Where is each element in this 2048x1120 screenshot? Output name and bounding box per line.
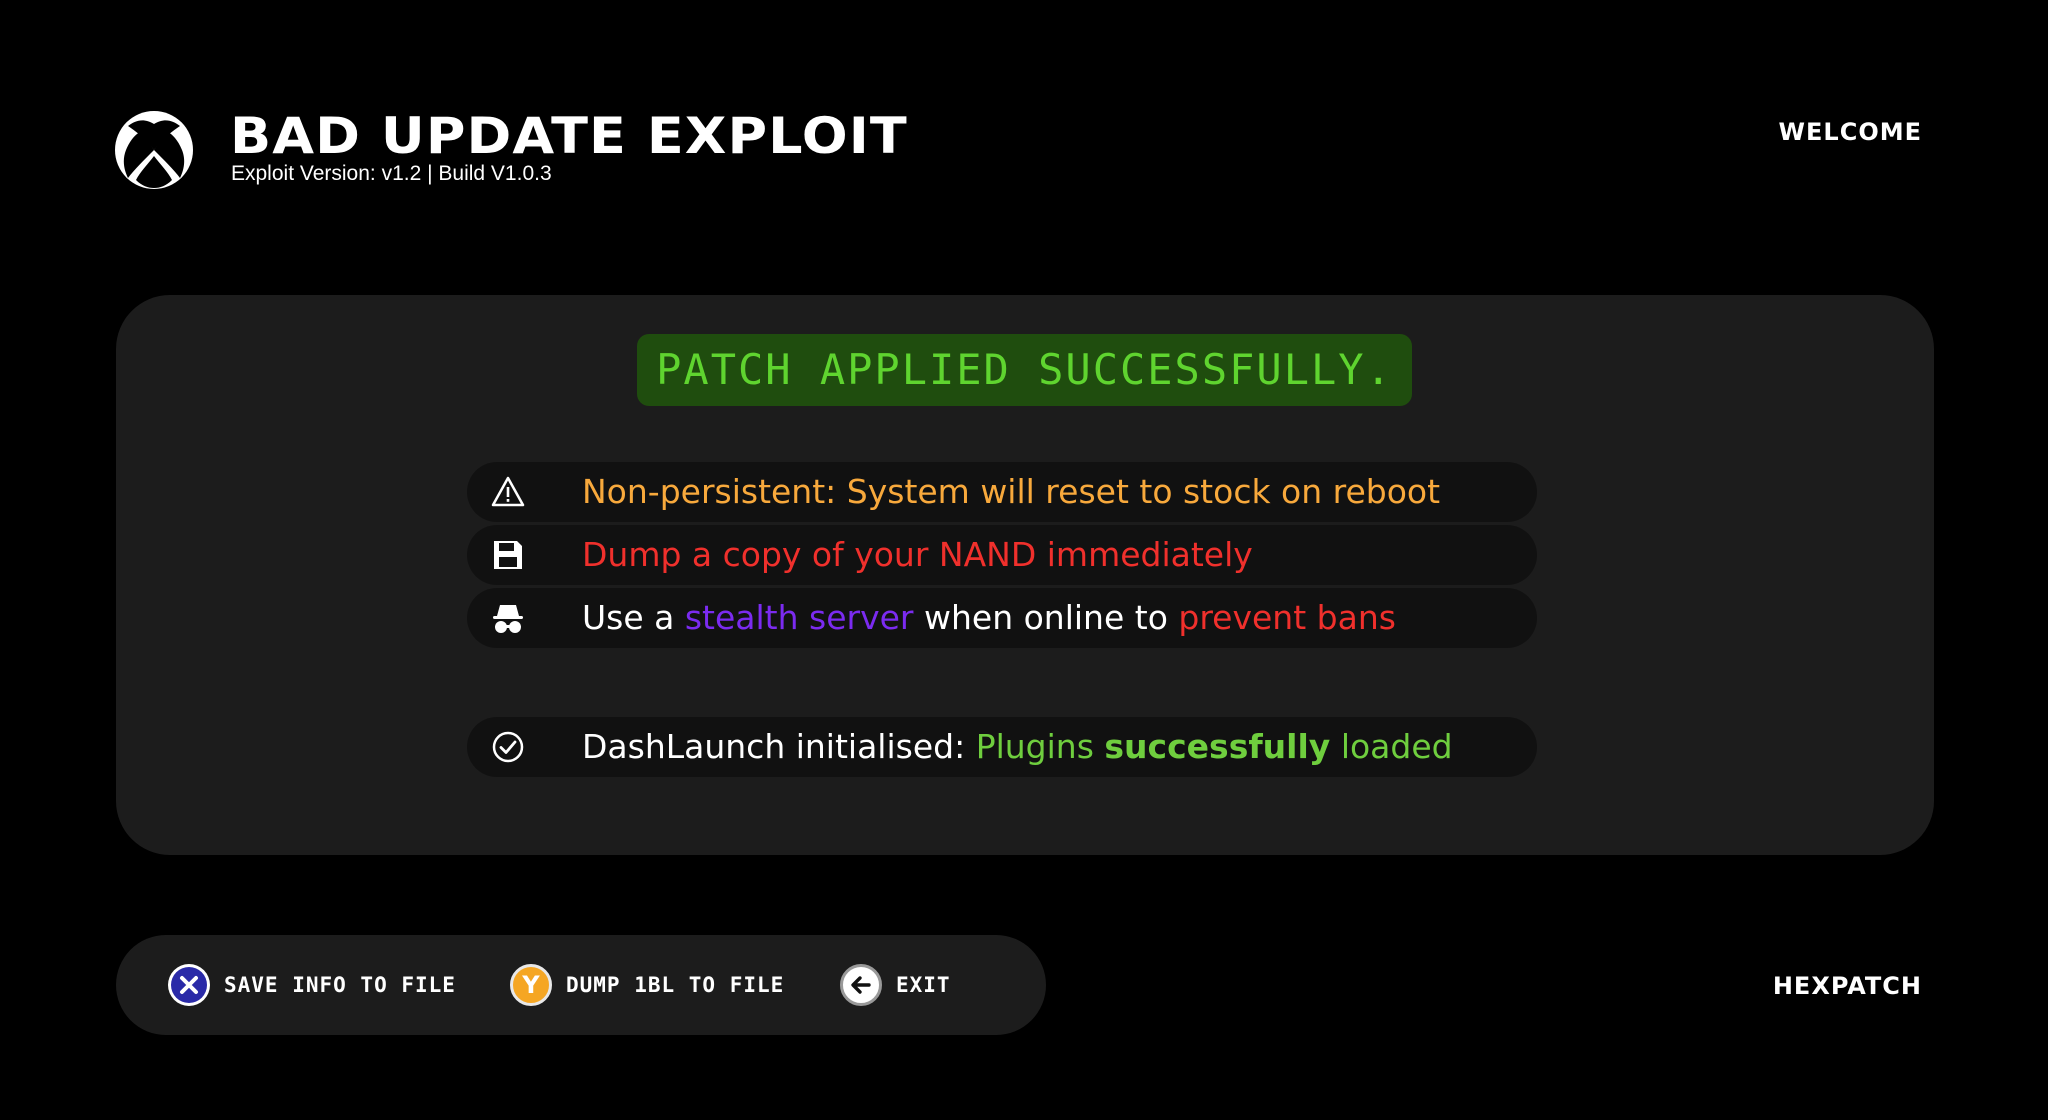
notice-segment: when online to xyxy=(913,598,1179,637)
notice-text: Dump a copy of your NAND immediately xyxy=(582,525,1253,585)
notice-segment-highlight: prevent bans xyxy=(1178,598,1396,637)
exit-label: EXIT xyxy=(896,973,951,997)
notice-segment: Non-persistent: System will reset to sto… xyxy=(582,472,1441,511)
notice-text: Non-persistent: System will reset to sto… xyxy=(582,462,1440,522)
warning-icon xyxy=(491,476,525,507)
app-title: BAD UPDATE EXPLOIT xyxy=(230,107,908,165)
notice-segment: DashLaunch initialised: xyxy=(582,727,976,766)
notice-segment-highlight: successfully xyxy=(1104,727,1331,766)
exit-button[interactable]: EXIT xyxy=(840,935,951,1035)
notice-row-non-persistent: Non-persistent: System will reset to sto… xyxy=(467,462,1537,522)
dump-1bl-button[interactable]: Y DUMP 1BL TO FILE xyxy=(510,935,784,1035)
notice-segment: Use a xyxy=(582,598,685,637)
dump-1bl-label: DUMP 1BL TO FILE xyxy=(566,973,785,997)
check-circle-icon xyxy=(492,731,524,763)
notice-segment: loaded xyxy=(1330,727,1453,766)
floppy-disk-icon xyxy=(494,541,522,569)
save-info-label: SAVE INFO TO FILE xyxy=(224,973,456,997)
patch-status-banner: PATCH APPLIED SUCCESSFULLY. xyxy=(637,334,1412,406)
notice-row-dashlaunch: DashLaunch initialised: Plugins successf… xyxy=(467,717,1537,777)
xbox-logo-icon xyxy=(115,111,193,189)
back-arrow-icon xyxy=(840,964,882,1006)
brand-label: HEXPATCH xyxy=(1772,972,1922,1000)
notice-row-dump-nand: Dump a copy of your NAND immediately xyxy=(467,525,1537,585)
notice-text: Use a stealth server when online to prev… xyxy=(582,588,1396,648)
notice-segment: Dump a copy of your NAND immediately xyxy=(582,535,1253,574)
notice-segment-highlight: stealth server xyxy=(684,598,914,637)
exploit-screen: BAD UPDATE EXPLOIT Exploit Version: v1.2… xyxy=(0,0,2048,1120)
notice-text: DashLaunch initialised: Plugins successf… xyxy=(582,717,1453,777)
controller-hint-bar: SAVE INFO TO FILE Y DUMP 1BL TO FILE EXI… xyxy=(116,935,1046,1035)
welcome-label: WELCOME xyxy=(1778,118,1922,146)
incognito-icon xyxy=(493,605,523,633)
notice-segment: Plugins xyxy=(975,727,1105,766)
y-button-icon: Y xyxy=(510,964,552,1006)
notice-row-stealth-server: Use a stealth server when online to prev… xyxy=(467,588,1537,648)
version-subtitle: Exploit Version: v1.2 | Build V1.0.3 xyxy=(231,162,552,185)
x-button-icon xyxy=(168,964,210,1006)
save-info-button[interactable]: SAVE INFO TO FILE xyxy=(168,935,456,1035)
